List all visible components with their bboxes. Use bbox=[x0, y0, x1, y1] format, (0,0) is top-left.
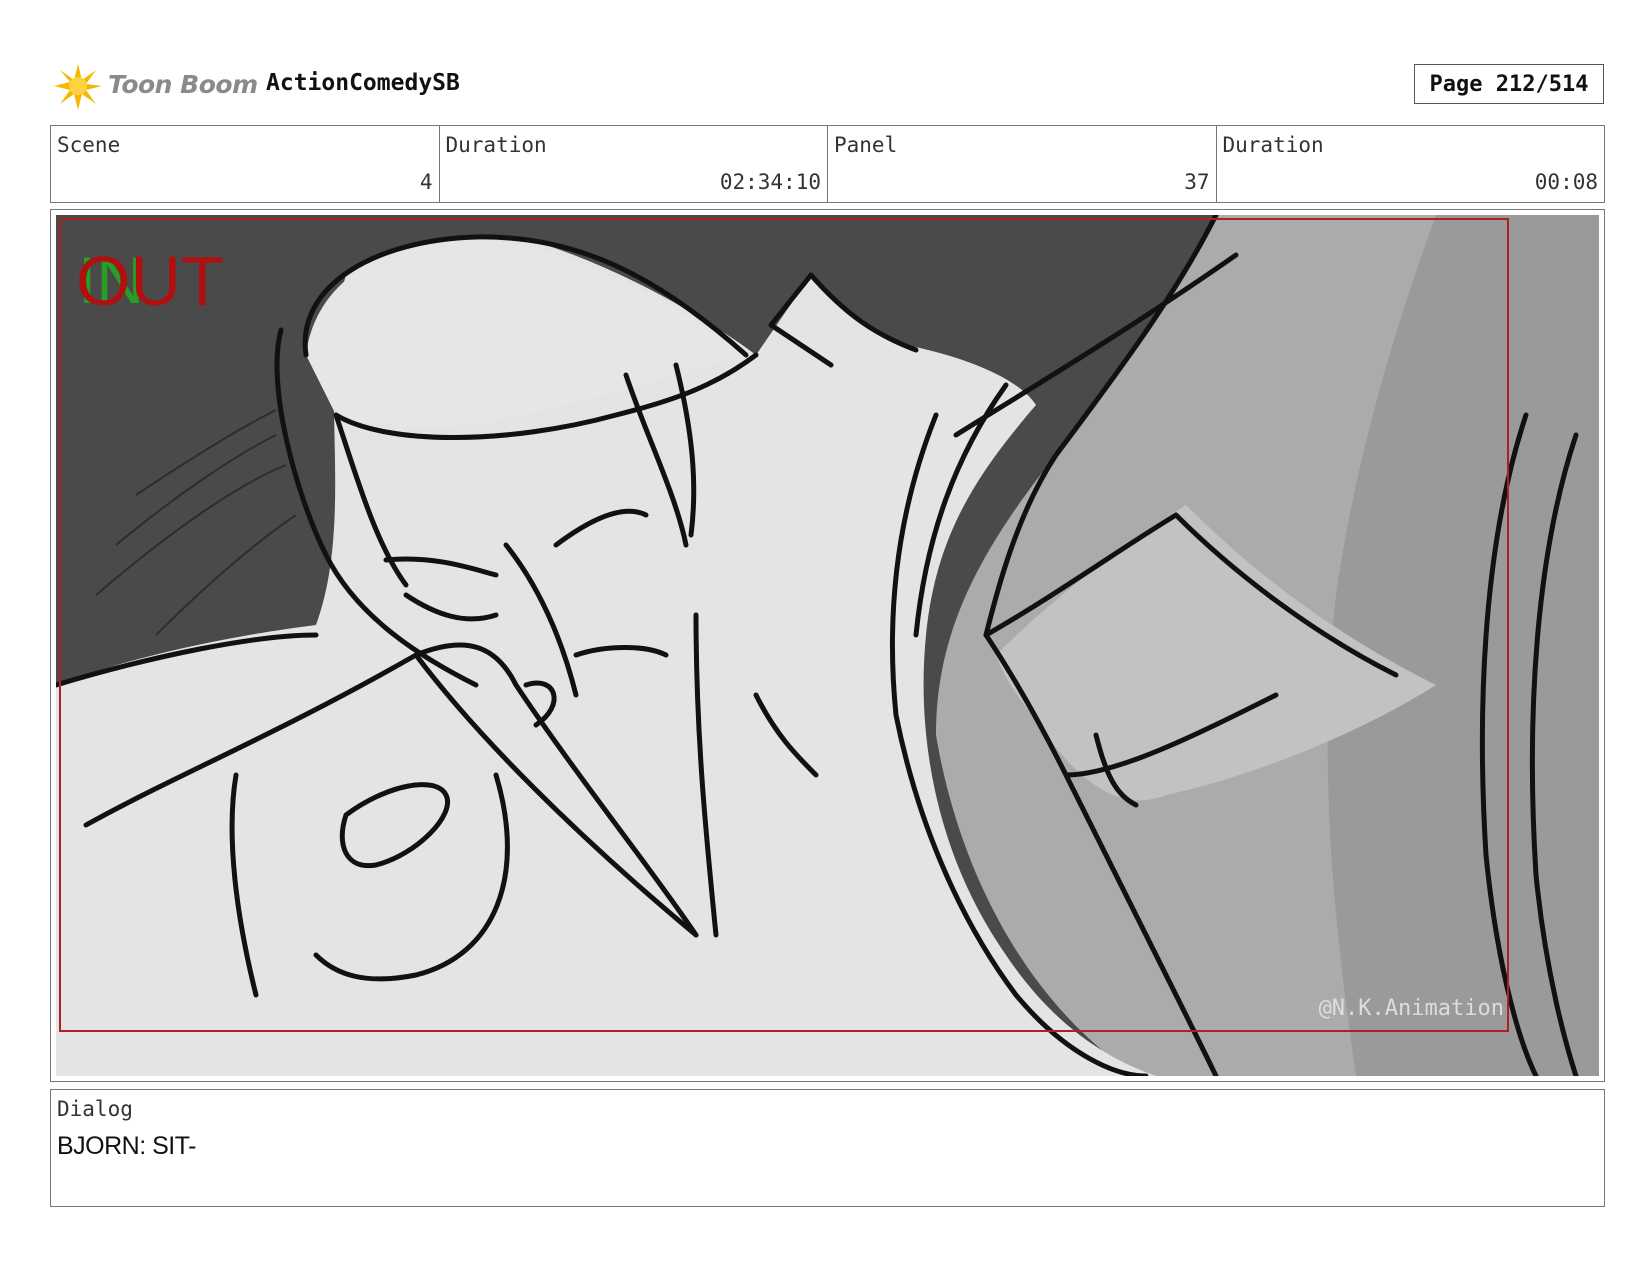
panel-duration-label: Duration bbox=[1222, 133, 1324, 157]
scene-cell: Scene 4 bbox=[51, 126, 440, 202]
panel-value: 37 bbox=[1184, 170, 1210, 194]
panel-sketch: IN OUT @N.K.Animation bbox=[56, 215, 1599, 1076]
scene-info-table: Scene 4 Duration 02:34:10 Panel 37 Durat… bbox=[50, 125, 1605, 203]
project-title: ActionComedySB bbox=[266, 70, 460, 96]
panel-watermark: @N.K.Animation bbox=[1319, 996, 1504, 1021]
scene-label: Scene bbox=[57, 133, 121, 157]
panel-label: Panel bbox=[834, 133, 898, 157]
dialog-text: BJORN: SIT- bbox=[57, 1132, 196, 1160]
scene-duration-value: 02:34:10 bbox=[719, 170, 821, 194]
panel-duration-value: 00:08 bbox=[1534, 170, 1598, 194]
dialog-label: Dialog bbox=[57, 1097, 133, 1121]
storyboard-panel: IN OUT @N.K.Animation bbox=[50, 209, 1605, 1082]
page-header: Toon Boom ActionComedySB bbox=[52, 58, 1612, 110]
dialog-section: Dialog BJORN: SIT- bbox=[50, 1089, 1605, 1207]
page-counter: Page 212/514 bbox=[1414, 64, 1604, 104]
brand-name: Toon Boom bbox=[108, 70, 258, 99]
transition-marker-out: OUT bbox=[76, 242, 224, 320]
scene-duration-cell: Duration 02:34:10 bbox=[440, 126, 828, 202]
toon-boom-logo-icon bbox=[54, 64, 102, 110]
scene-value: 4 bbox=[419, 170, 433, 194]
panel-cell: Panel 37 bbox=[828, 126, 1217, 202]
panel-duration-cell: Duration 00:08 bbox=[1217, 126, 1605, 202]
scene-duration-label: Duration bbox=[445, 133, 547, 157]
